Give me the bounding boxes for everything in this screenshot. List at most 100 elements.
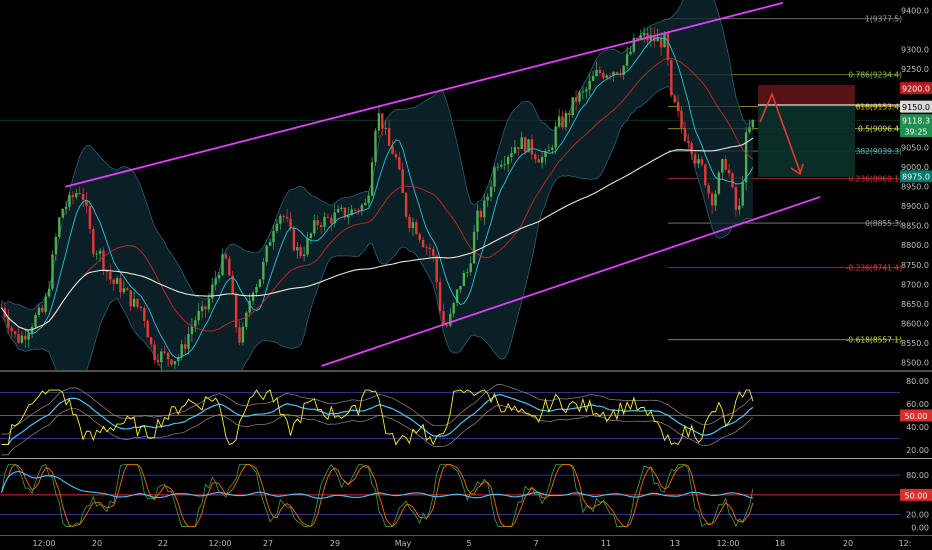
candle-body <box>693 154 697 164</box>
candle-body <box>687 140 690 144</box>
candle-body <box>306 238 309 255</box>
candle-body <box>578 91 581 102</box>
price-tick-label: 9250.0 <box>901 65 929 74</box>
candle-body <box>710 193 714 206</box>
candle-body <box>156 360 160 363</box>
candle-body <box>591 76 595 81</box>
rsi-panel: 80.0060.0050.0040.0020.0050.00 <box>0 377 932 455</box>
candle-body <box>476 210 479 232</box>
candle-body <box>51 254 54 289</box>
candle-body <box>537 159 540 163</box>
candle-body <box>238 327 241 343</box>
candle-body <box>27 333 30 340</box>
candle-body <box>367 195 370 203</box>
fib-label: 0.786(9234.4) <box>848 71 902 80</box>
candle-body <box>262 261 265 280</box>
candle-body <box>496 166 500 168</box>
candle-body <box>340 207 343 210</box>
candle-body <box>183 344 187 349</box>
candle-body <box>551 147 554 151</box>
candle-body <box>34 314 37 327</box>
time-axis: 12:00 20 22 12:00 27 29 May 5 7 11 13 12:00 18 20 12: <box>32 539 911 548</box>
candle-body <box>166 352 170 360</box>
candle-body <box>530 139 534 155</box>
candle-body <box>595 69 598 77</box>
candle-body <box>744 132 748 183</box>
fib-label: 0.618(9153.4) <box>848 102 902 111</box>
candle-body <box>564 112 568 128</box>
price-badge-label: 39:25 <box>904 128 927 137</box>
candle-body <box>561 116 564 128</box>
stoch-tick-label: 0.00 <box>911 524 929 533</box>
candle-body <box>258 279 262 287</box>
candle-body <box>326 216 330 218</box>
candle-body <box>92 228 95 254</box>
candle-body <box>370 162 374 196</box>
candle-body <box>731 173 734 188</box>
candle-body <box>384 128 387 129</box>
time-tick-label: 22 <box>158 539 168 548</box>
rsi-band-upper <box>1 383 754 435</box>
candle-body <box>360 204 364 211</box>
candle-body <box>704 164 707 186</box>
candle-body <box>387 128 391 146</box>
candle-body <box>234 293 238 328</box>
price-tick-label: 9400.0 <box>901 6 929 15</box>
candle-body <box>109 272 112 280</box>
candle-body <box>204 306 207 310</box>
candle-body <box>625 54 629 66</box>
candle-body <box>132 298 136 307</box>
candle-body <box>452 302 455 314</box>
candle-body <box>724 159 727 170</box>
candle-body <box>398 157 401 170</box>
candle-body <box>24 335 27 340</box>
stochastic-panel: 80.0050.0020.000.0050.00 <box>0 463 932 533</box>
fib-label: 0.382(9039.3) <box>848 147 902 156</box>
candle-body <box>629 51 632 55</box>
candle-body <box>547 150 551 152</box>
candle-body <box>309 233 313 239</box>
candle-body <box>275 223 279 232</box>
candle-body <box>265 245 268 262</box>
candle-body <box>503 164 506 165</box>
fib-label: -0.236(8741.4) <box>846 264 902 273</box>
rsi-series <box>1 383 754 456</box>
candle-body <box>489 186 493 197</box>
candle-body <box>751 119 755 128</box>
candle-body <box>353 209 357 211</box>
candle-body <box>670 60 673 96</box>
candle-body <box>469 263 472 273</box>
fib-label: 0.5(9096.4) <box>858 125 902 134</box>
chart-root: 1(9377.5) 0.786(9234.4) 0.618(9153.4) 0.5(9… <box>0 0 932 550</box>
candle-body <box>364 202 367 205</box>
candle-body <box>241 326 245 343</box>
candle-body <box>479 210 483 218</box>
stoch-k-line <box>1 463 754 528</box>
price-tick-label: 8550.0 <box>901 339 929 348</box>
rsi-tick-label: 40.00 <box>906 423 929 432</box>
candle-body <box>224 254 228 259</box>
candle-body <box>435 255 438 283</box>
trading-chart[interactable]: 1(9377.5) 0.786(9234.4) 0.618(9153.4) 0.5(9… <box>0 0 932 550</box>
candle-body <box>170 359 173 365</box>
candle-body <box>690 143 693 155</box>
candle-body <box>425 247 428 248</box>
candle-body <box>129 290 132 307</box>
candle-body <box>697 159 700 164</box>
candle-body <box>81 194 85 200</box>
candle-body <box>588 80 591 90</box>
candle-body <box>197 310 200 321</box>
candle-body <box>41 307 44 312</box>
candle-body <box>54 236 58 255</box>
candle-body <box>401 169 404 194</box>
candle-body <box>486 196 489 201</box>
candle-body <box>319 224 323 228</box>
candle-body <box>17 333 20 343</box>
candle-body <box>663 33 666 48</box>
candle-body <box>279 215 282 224</box>
rsi-signal-line <box>1 394 754 446</box>
candle-body <box>517 147 520 150</box>
candle-body <box>602 73 605 78</box>
candle-body <box>605 75 608 78</box>
time-tick-label: 12:00 <box>208 539 231 548</box>
